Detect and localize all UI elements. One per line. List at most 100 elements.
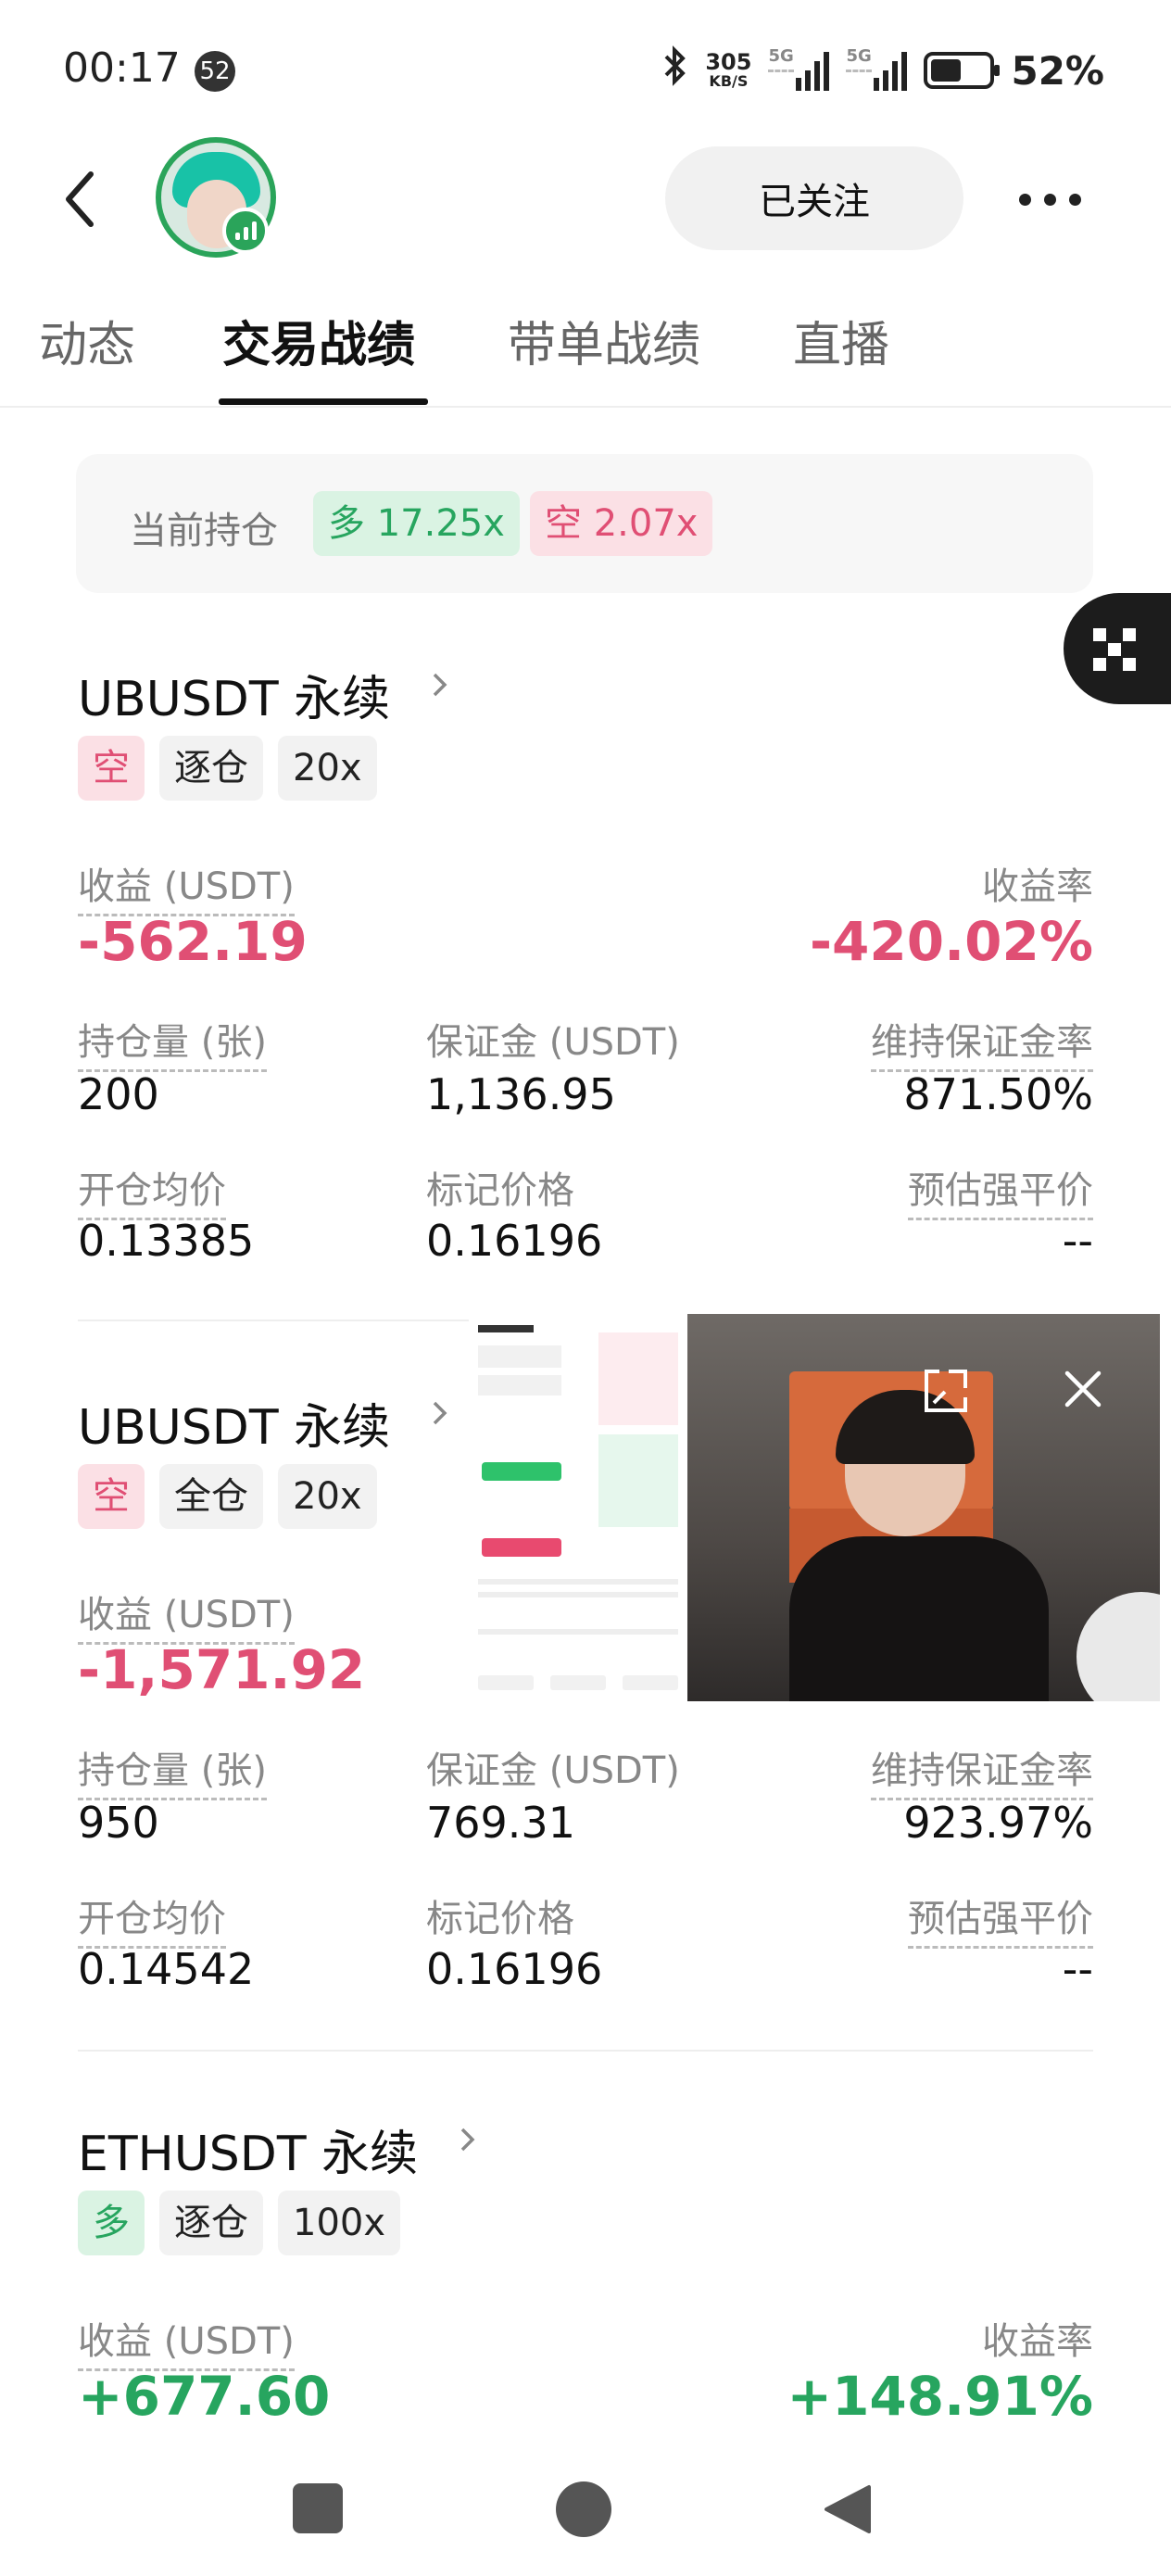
margin-mode-tag: 逐仓 <box>159 2191 263 2255</box>
side-tag: 空 <box>78 1464 145 1529</box>
network-speed: 305 KB/S <box>705 51 751 90</box>
margin-label: 保证金 (USDT) <box>426 1749 680 1792</box>
holdings-label: 当前持仓 <box>130 510 278 552</box>
margin-mode-tag: 全仓 <box>159 1464 263 1529</box>
position-card[interactable]: ETHUSDT 永续 多 逐仓 100x 收益 (USDT) +677.60 收… <box>78 2115 1093 2430</box>
tab-live[interactable]: 直播 <box>793 306 889 375</box>
pnl-rate-label: 收益率 <box>982 2320 1093 2363</box>
bluetooth-icon <box>662 45 688 95</box>
battery-icon <box>924 52 1001 89</box>
mark-price-label: 标记价格 <box>426 1898 574 1940</box>
tab-bar: 动态 交易战绩 带单战绩 直播 <box>0 297 1171 408</box>
symbol-text: UBUSDT 永续 <box>78 1400 391 1456</box>
liq-price-label[interactable]: 预估强平价 <box>908 1888 1093 1949</box>
short-leverage-pill: 空 2.07x <box>530 491 713 556</box>
signal-icon: 5G <box>846 46 908 91</box>
mark-price-value: 0.16196 <box>426 1216 603 1266</box>
live-badge-icon <box>222 208 269 254</box>
entry-price-value: 0.14542 <box>78 1944 255 1994</box>
follow-button[interactable]: 已关注 <box>665 146 963 250</box>
signal-icon: 5G <box>768 46 830 91</box>
symbol-text: ETHUSDT 永续 <box>78 2127 419 2182</box>
pnl-value: -562.19 <box>78 910 308 973</box>
back-button[interactable] <box>57 167 104 232</box>
qty-label[interactable]: 持仓量 (张) <box>78 1740 267 1800</box>
pnl-value: -1,571.92 <box>78 1638 366 1701</box>
mmr-label[interactable]: 维持保证金率 <box>871 1012 1093 1072</box>
symbol-text: UBUSDT 永续 <box>78 672 391 727</box>
holdings-summary: 当前持仓 多 17.25x 空 2.07x <box>76 454 1093 593</box>
divider <box>78 2050 1093 2052</box>
entry-price-label[interactable]: 开仓均价 <box>78 1160 226 1220</box>
chevron-right-icon <box>433 673 447 697</box>
tab-active-indicator <box>219 398 428 405</box>
position-symbol[interactable]: UBUSDT 永续 <box>78 1388 447 1458</box>
tab-copy-trading-record[interactable]: 带单战绩 <box>508 306 700 375</box>
battery-fill <box>931 59 961 82</box>
chevron-left-icon <box>66 171 94 227</box>
pnl-rate-value: +148.91% <box>787 2365 1093 2428</box>
pnl-label[interactable]: 收益 (USDT) <box>78 856 295 916</box>
pip-streamer <box>789 1390 1049 1701</box>
close-icon[interactable] <box>1062 1368 1104 1410</box>
mmr-value: 923.97% <box>903 1798 1093 1848</box>
chevron-right-icon <box>460 2128 475 2152</box>
side-tag: 多 <box>78 2191 145 2255</box>
position-symbol[interactable]: ETHUSDT 永续 <box>78 2115 475 2184</box>
back-icon[interactable] <box>819 2481 875 2537</box>
mark-price-value: 0.16196 <box>426 1944 603 1994</box>
pnl-rate-label: 收益率 <box>982 865 1093 908</box>
pnl-label[interactable]: 收益 (USDT) <box>78 2311 295 2371</box>
pip-screenshot-image <box>469 1314 687 1701</box>
margin-mode-tag: 逐仓 <box>159 736 263 801</box>
long-leverage-pill: 多 17.25x <box>313 491 520 556</box>
more-dots-icon[interactable] <box>1019 185 1089 213</box>
leverage-tag: 100x <box>278 2191 401 2255</box>
pnl-value: +677.60 <box>78 2365 331 2428</box>
leverage-tag: 20x <box>278 1464 377 1529</box>
position-tags: 多 逐仓 100x <box>78 2191 401 2255</box>
mmr-value: 871.50% <box>903 1069 1093 1119</box>
status-time: 00:17 <box>63 44 181 92</box>
position-symbol[interactable]: UBUSDT 永续 <box>78 660 447 729</box>
position-card[interactable]: UBUSDT 永续 空 逐仓 20x 收益 (USDT) -562.19 收益率… <box>78 660 1093 1271</box>
qty-value: 200 <box>78 1069 159 1119</box>
network-speed-unit: KB/S <box>709 72 749 90</box>
position-tags: 空 全仓 20x <box>78 1464 377 1529</box>
margin-value: 769.31 <box>426 1798 575 1848</box>
position-tags: 空 逐仓 20x <box>78 736 377 801</box>
tab-feed[interactable]: 动态 <box>39 306 135 375</box>
status-icons: 305 KB/S 5G 5G 52% <box>662 43 1104 98</box>
notification-count-badge: 52 <box>195 51 235 92</box>
home-icon[interactable] <box>556 2481 611 2537</box>
pnl-rate-value: -420.02% <box>809 910 1093 973</box>
liq-price-label[interactable]: 预估强平价 <box>908 1160 1093 1220</box>
liq-price-value: -- <box>1062 1944 1093 1994</box>
status-bar: 00:17 52 305 KB/S 5G 5G 52% <box>0 0 1171 139</box>
qty-value: 950 <box>78 1798 159 1848</box>
battery-percent: 52% <box>1011 47 1104 94</box>
pip-lamp <box>1077 1592 1160 1701</box>
system-nav-bar <box>0 2446 1171 2576</box>
mark-price-label: 标记价格 <box>426 1169 574 1212</box>
entry-price-value: 0.13385 <box>78 1216 255 1266</box>
pip-app-screenshot <box>469 1314 687 1701</box>
pip-streamer-body <box>789 1536 1049 1701</box>
signal-label: 5G <box>846 46 872 72</box>
qty-label[interactable]: 持仓量 (张) <box>78 1012 267 1072</box>
entry-price-label[interactable]: 开仓均价 <box>78 1888 226 1949</box>
margin-value: 1,136.95 <box>426 1069 616 1119</box>
pnl-label[interactable]: 收益 (USDT) <box>78 1585 295 1645</box>
signal-label: 5G <box>768 46 794 72</box>
network-speed-value: 305 <box>705 49 752 75</box>
margin-label: 保证金 (USDT) <box>426 1021 680 1064</box>
side-tag: 空 <box>78 736 145 801</box>
mmr-label[interactable]: 维持保证金率 <box>871 1740 1093 1800</box>
qr-grid-icon <box>1093 628 1136 671</box>
liq-price-value: -- <box>1062 1216 1093 1266</box>
recent-apps-icon[interactable] <box>293 2483 343 2533</box>
tab-trading-record[interactable]: 交易战绩 <box>222 306 415 375</box>
live-stream-pip-window[interactable] <box>469 1314 1160 1701</box>
expand-icon[interactable] <box>923 1368 969 1414</box>
chevron-right-icon <box>433 1401 447 1425</box>
